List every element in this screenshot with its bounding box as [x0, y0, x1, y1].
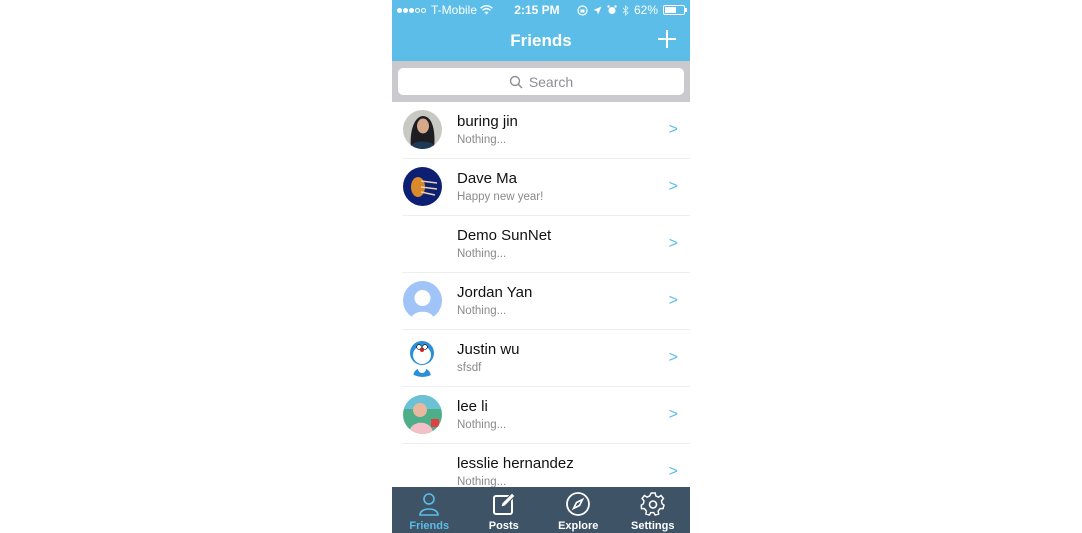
- friend-info: lee li Nothing...: [457, 397, 506, 433]
- friend-name: lee li: [457, 398, 488, 415]
- friend-name: Justin wu: [457, 341, 520, 358]
- friend-info: lesslie hernandez Nothing...: [457, 454, 574, 487]
- friend-status: Nothing...: [457, 476, 507, 487]
- friends-list: buring jin Nothing... > Dave Ma Happy new ye…: [392, 102, 690, 487]
- friend-row[interactable]: lesslie hernandez Nothing... >: [392, 444, 690, 487]
- chevron-right-icon: >: [668, 463, 678, 480]
- chevron-right-icon: >: [668, 121, 678, 138]
- friend-row[interactable]: Jordan Yan Nothing... >: [392, 273, 690, 330]
- search-input[interactable]: Search: [398, 68, 684, 95]
- avatar: [403, 395, 442, 434]
- avatar: [403, 224, 442, 263]
- friend-name: buring jin: [457, 113, 518, 130]
- friend-row[interactable]: Demo SunNet Nothing... >: [392, 216, 690, 273]
- friend-name: Dave Ma: [457, 170, 518, 187]
- avatar: [403, 338, 442, 377]
- friend-name: lesslie hernandez: [457, 455, 574, 472]
- status-time: 2:15 PM: [514, 3, 560, 17]
- friend-status: Nothing...: [457, 305, 507, 317]
- avatar-image: [403, 338, 442, 377]
- plus-icon: [658, 30, 676, 48]
- page-title: Friends: [510, 31, 572, 50]
- chevron-right-icon: >: [668, 178, 678, 195]
- person-icon: [419, 493, 440, 516]
- orientation-lock-icon: [577, 4, 588, 16]
- friend-status: Nothing...: [457, 419, 507, 431]
- battery-icon: [663, 5, 687, 15]
- chevron-right-icon: >: [668, 235, 678, 252]
- friend-row[interactable]: lee li Nothing... >: [392, 387, 690, 444]
- chevron-right-icon: >: [668, 292, 678, 309]
- search-placeholder: Search: [528, 73, 574, 90]
- avatar-image: [403, 167, 442, 206]
- chevron-right-icon: >: [668, 349, 678, 366]
- friend-status: Nothing...: [457, 134, 507, 146]
- gear-icon: [640, 492, 665, 516]
- search-icon: [509, 75, 523, 89]
- tab-bar: Friends Posts Explore Settings: [392, 487, 690, 533]
- friend-info: Justin wu sfsdf: [457, 340, 520, 376]
- add-friend-button[interactable]: [656, 28, 678, 50]
- friend-name: Demo SunNet: [457, 227, 552, 244]
- compose-icon: [492, 492, 516, 515]
- alarm-icon: [607, 5, 617, 14]
- tab-explore[interactable]: Explore: [541, 487, 616, 533]
- bluetooth-icon: [622, 4, 629, 16]
- avatar-image: [403, 110, 442, 149]
- search-bar: Search: [392, 61, 690, 102]
- carrier-name: T-Mobile: [431, 3, 478, 17]
- friend-info: buring jin Nothing...: [457, 112, 518, 148]
- tab-settings[interactable]: Settings: [616, 487, 691, 533]
- friend-info: Demo SunNet Nothing...: [457, 226, 551, 262]
- friend-info: Dave Ma Happy new year!: [457, 169, 543, 205]
- location-icon: [593, 6, 602, 14]
- status-bar: T-Mobile 2:15 PM 62%: [392, 0, 690, 20]
- tab-friends[interactable]: Friends: [392, 487, 467, 533]
- avatar-image: [403, 395, 442, 434]
- avatar: [403, 281, 442, 320]
- tab-explore-label: Explore: [558, 520, 599, 532]
- avatar: [403, 452, 442, 487]
- wifi-icon: [480, 5, 493, 15]
- tab-settings-label: Settings: [631, 520, 675, 532]
- friend-name: Jordan Yan: [457, 284, 533, 301]
- compass-icon: [566, 492, 591, 516]
- phone-screen: T-Mobile 2:15 PM 62% Friends Search buri…: [392, 0, 690, 533]
- friend-status: sfsdf: [457, 362, 482, 374]
- avatar: [403, 167, 442, 206]
- avatar-image: [403, 281, 442, 320]
- tab-posts-label: Posts: [488, 520, 519, 532]
- friend-row[interactable]: buring jin Nothing... >: [392, 102, 690, 159]
- friend-status: Nothing...: [457, 248, 507, 260]
- friend-row[interactable]: Justin wu sfsdf >: [392, 330, 690, 387]
- friend-status: Happy new year!: [457, 191, 544, 203]
- chevron-right-icon: >: [668, 406, 678, 423]
- signal-strength-icon: [397, 7, 426, 13]
- tab-friends-label: Friends: [409, 520, 450, 532]
- avatar: [403, 110, 442, 149]
- tab-posts[interactable]: Posts: [467, 487, 542, 533]
- navigation-bar: Friends: [392, 20, 690, 61]
- battery-percent: 62%: [633, 3, 658, 17]
- friend-info: Jordan Yan Nothing...: [457, 283, 532, 319]
- friend-row[interactable]: Dave Ma Happy new year! >: [392, 159, 690, 216]
